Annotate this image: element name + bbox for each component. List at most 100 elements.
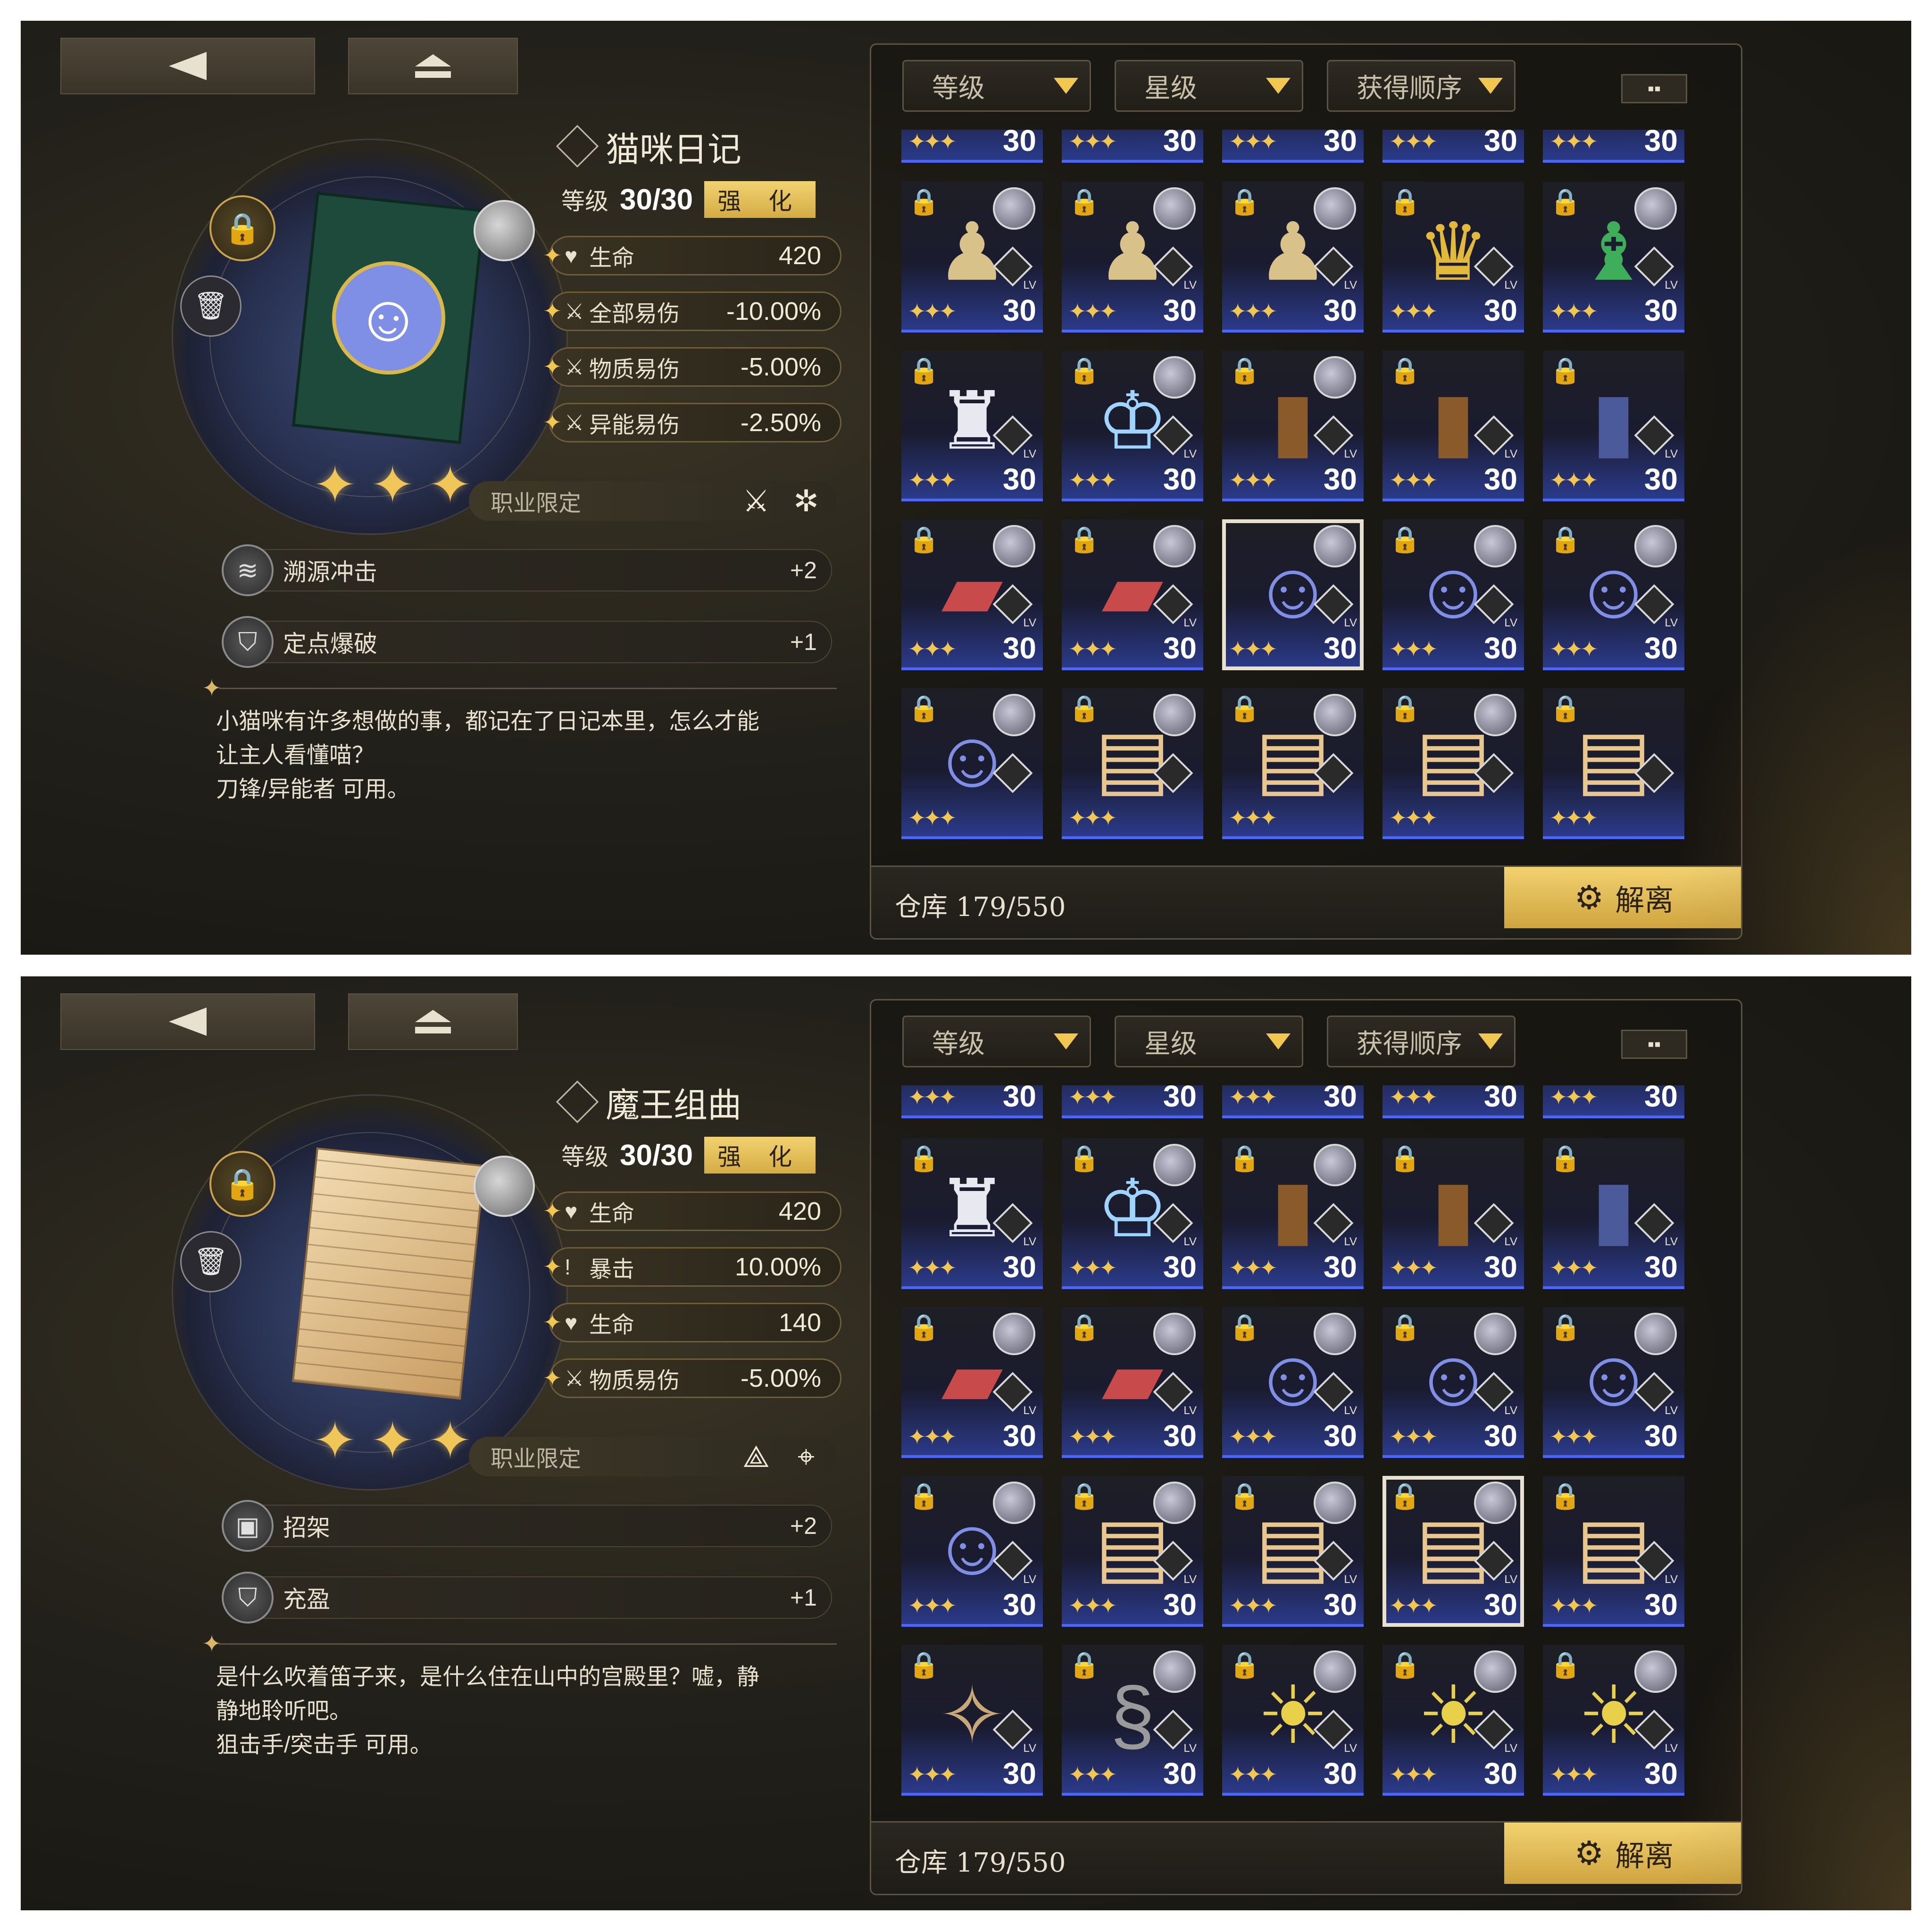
dismantle-button[interactable]: ⚙ 解离 [1504, 867, 1741, 928]
level-row: 等级 30/30 强 化 [561, 1137, 816, 1174]
inventory-item[interactable]: 🔒 ♜ LV ✦✦✦ 30 [901, 1138, 1043, 1289]
discard-button[interactable]: 🗑 [180, 275, 242, 337]
inventory-item[interactable]: 🔒 § LV ✦✦✦ 30 [1062, 1645, 1203, 1796]
assault-class-icon[interactable]: ⌖ [787, 1437, 825, 1476]
inventory-item[interactable]: 🔒 ▤ ✦✦✦ [1222, 688, 1364, 839]
inventory-item[interactable]: 🔒 ▮ LV ✦✦✦ 30 [1543, 350, 1684, 501]
inventory-item[interactable]: ♟✦✦✦30 [1543, 130, 1684, 163]
inventory-item[interactable]: 🔒 ☀ LV ✦✦✦ 30 [1543, 1645, 1684, 1796]
item-level: 30 [1002, 1419, 1036, 1453]
inventory-item[interactable]: 🔒 ☺ LV ✦✦✦ 30 [901, 1476, 1043, 1627]
inventory-item[interactable]: ♟✦✦✦30 [1062, 1085, 1203, 1118]
dismantle-button[interactable]: ⚙ 解离 [1504, 1823, 1741, 1884]
inventory-item[interactable]: 🔒 ▮ LV ✦✦✦ 30 [1543, 1138, 1684, 1289]
inventory-item[interactable]: 🔒 ☺ LV ✦✦✦ 30 [1382, 519, 1524, 670]
blade-class-icon[interactable]: ⚔ [737, 482, 775, 520]
home-button[interactable] [348, 38, 518, 94]
inventory-item[interactable]: 🔒 ▮ LV ✦✦✦ 30 [1382, 1138, 1524, 1289]
enhance-button[interactable]: 强 化 [704, 181, 816, 218]
inventory-item[interactable]: 🔒 ▰ LV ✦✦✦ 30 [1062, 1307, 1203, 1458]
inventory-item[interactable]: ♛✦✦✦30 [1382, 1085, 1524, 1118]
inventory-item[interactable]: ♟✦✦✦30 [901, 1085, 1043, 1118]
sort-by-level[interactable]: 等级 [902, 60, 1091, 112]
psychic-class-icon[interactable]: ✲ [787, 482, 825, 520]
discard-button[interactable]: 🗑 [180, 1231, 242, 1292]
lv-tag: LV [1344, 1742, 1357, 1755]
inventory-item[interactable]: 🔒 ▤ ✦✦✦ [1543, 688, 1684, 839]
inventory-item[interactable]: 🔒 ♔ LV ✦✦✦ 30 [1062, 350, 1203, 501]
inventory-item[interactable]: 🔒 ▤ ✦✦✦ [1062, 688, 1203, 839]
skill-level: +1 [790, 629, 817, 655]
skill-row[interactable]: ▣ 招架 +2 [222, 1500, 832, 1552]
equipped-by-avatar[interactable] [474, 1156, 535, 1217]
dismantle-label: 解离 [1615, 883, 1674, 917]
back-button[interactable] [60, 38, 315, 94]
sort-by-acquired[interactable]: 获得顺序 [1327, 60, 1516, 112]
inventory-item[interactable]: 🔒 ☺ LV ✦✦✦ 30 [1222, 1307, 1364, 1458]
lv-tag: LV [1344, 1235, 1357, 1248]
enhance-button[interactable]: 强 化 [704, 1137, 816, 1174]
equipped-by-avatar[interactable] [474, 200, 535, 261]
inventory-item[interactable]: 🔒 ♛ LV ✦✦✦ 30 [1382, 182, 1524, 333]
inventory-item[interactable]: 🔒 ▤ ✦✦✦ [1382, 688, 1524, 839]
inventory-item[interactable]: 🔒 ▰ LV ✦✦✦ 30 [901, 1307, 1043, 1458]
inventory-item[interactable]: 🔒 ▮ LV ✦✦✦ 30 [1222, 1138, 1364, 1289]
inventory-item[interactable]: ♟✦✦✦30 [1382, 130, 1524, 163]
inventory-item[interactable]: 🔒 ▤ LV ✦✦✦ 30 [1543, 1476, 1684, 1627]
skill-row[interactable]: ≋ 溯源冲击 +2 [222, 544, 832, 596]
sort-by-star[interactable]: 星级 [1115, 60, 1303, 112]
lock-toggle[interactable]: 🔒 [209, 1151, 275, 1217]
inventory-item[interactable]: ♝✦✦✦30 [1543, 1085, 1684, 1118]
rarity-stars: ✦✦✦ [1389, 1424, 1438, 1449]
inventory-grid: ♞✦✦✦30 ♟✦✦✦30 ♟✦✦✦30 ♟✦✦✦30 ♟✦✦✦30 🔒♟LV✦… [901, 130, 1722, 847]
rarity-stars: ✦✦✦ [1549, 130, 1599, 154]
inventory-item[interactable]: 🔒 ☺ ✦✦✦ [901, 688, 1043, 839]
inventory-item[interactable]: 🔒 ♟ LV ✦✦✦ 30 [1062, 182, 1203, 333]
back-button[interactable] [60, 993, 315, 1050]
inventory-item[interactable]: ♞✦✦✦30 [901, 130, 1043, 163]
inventory-item[interactable]: 🔒 ▤ LV ✦✦✦ 30 [1062, 1476, 1203, 1627]
stat-value: 420 [778, 242, 821, 270]
inventory-item[interactable]: 🔒 ☺ LV ✦✦✦ 30 [1382, 1307, 1524, 1458]
star-icon: ✦ [428, 1412, 472, 1470]
inventory-item[interactable]: 🔒 ☺ LV ✦✦✦ 30 [1543, 519, 1684, 670]
stat-row: ✦ ⚔ 全部易伤 -10.00% [543, 291, 841, 331]
rarity-stars: ✦✦✦ [908, 130, 957, 154]
inventory-item[interactable]: 🔒 ♟ LV ✦✦✦ 30 [1222, 182, 1364, 333]
grid-view-toggle[interactable]: ▪▪ [1621, 1030, 1687, 1059]
skill-row[interactable]: ⛉ 定点爆破 +1 [222, 616, 832, 668]
home-button[interactable] [348, 993, 518, 1050]
inventory-item[interactable]: 🔒 ♟ LV ✦✦✦ 30 [901, 182, 1043, 333]
skill-row[interactable]: ⛉ 充盈 +1 [222, 1572, 832, 1624]
inventory-item[interactable]: 🔒 ♜ LV ✦✦✦ 30 [901, 350, 1043, 501]
inventory-item[interactable]: 🔒 ☀ LV ✦✦✦ 30 [1382, 1645, 1524, 1796]
item-level: 30 [1644, 1250, 1678, 1284]
inventory-item[interactable]: 🔒 ▰ LV ✦✦✦ 30 [901, 519, 1043, 670]
inventory-item-selected[interactable]: 🔒 ▤ LV ✦✦✦ 30 [1382, 1476, 1524, 1627]
sort-by-acquired[interactable]: 获得顺序 [1327, 1016, 1516, 1067]
inventory-item[interactable]: ♟✦✦✦30 [1062, 130, 1203, 163]
stat-value: -5.00% [740, 1364, 821, 1392]
inventory-item-selected[interactable]: ☺ LV ✦✦✦ 30 [1222, 519, 1364, 670]
inventory-item[interactable]: ♟✦✦✦30 [1222, 130, 1364, 163]
inventory-item[interactable]: 🔒 ▮ LV ✦✦✦ 30 [1222, 350, 1364, 501]
lock-toggle[interactable]: 🔒 [209, 195, 275, 261]
inventory-item[interactable]: 🔒 ▮ LV ✦✦✦ 30 [1382, 350, 1524, 501]
item-level: 30 [1483, 631, 1517, 665]
inventory-item[interactable]: 🔒 ▤ LV ✦✦✦ 30 [1222, 1476, 1364, 1627]
rarity-stars: ✦✦✦ [1229, 1085, 1278, 1109]
inventory-item[interactable]: 🔒 ▰ LV ✦✦✦ 30 [1062, 519, 1203, 670]
sort-by-star[interactable]: 星级 [1115, 1016, 1303, 1067]
sniper-class-icon[interactable]: ⟁ [737, 1437, 775, 1476]
inventory-item[interactable]: 🔒 ✧ LV ✦✦✦ 30 [901, 1645, 1043, 1796]
inventory-row: 🔒 ♟ LV ✦✦✦ 30 🔒 ♟ LV ✦✦✦ 30 🔒 ♟ LV ✦✦✦ 30 🔒 ♛ LV ✦✦✦ 30 … [901, 182, 1684, 333]
inventory-item[interactable]: 🔒 ♝ LV ✦✦✦ 30 [1543, 182, 1684, 333]
sort-by-level[interactable]: 等级 [902, 1016, 1091, 1067]
inventory-item[interactable]: ♟✦✦✦30 [1222, 1085, 1364, 1118]
grid-view-toggle[interactable]: ▪▪ [1621, 74, 1687, 103]
inventory-item[interactable]: 🔒 ☺ LV ✦✦✦ 30 [1543, 1307, 1684, 1458]
item-level: 30 [1644, 631, 1678, 665]
inventory-item[interactable]: 🔒 ♔ LV ✦✦✦ 30 [1062, 1138, 1203, 1289]
star-icon: ✦ [543, 410, 562, 435]
inventory-item[interactable]: 🔒 ☀ LV ✦✦✦ 30 [1222, 1645, 1364, 1796]
